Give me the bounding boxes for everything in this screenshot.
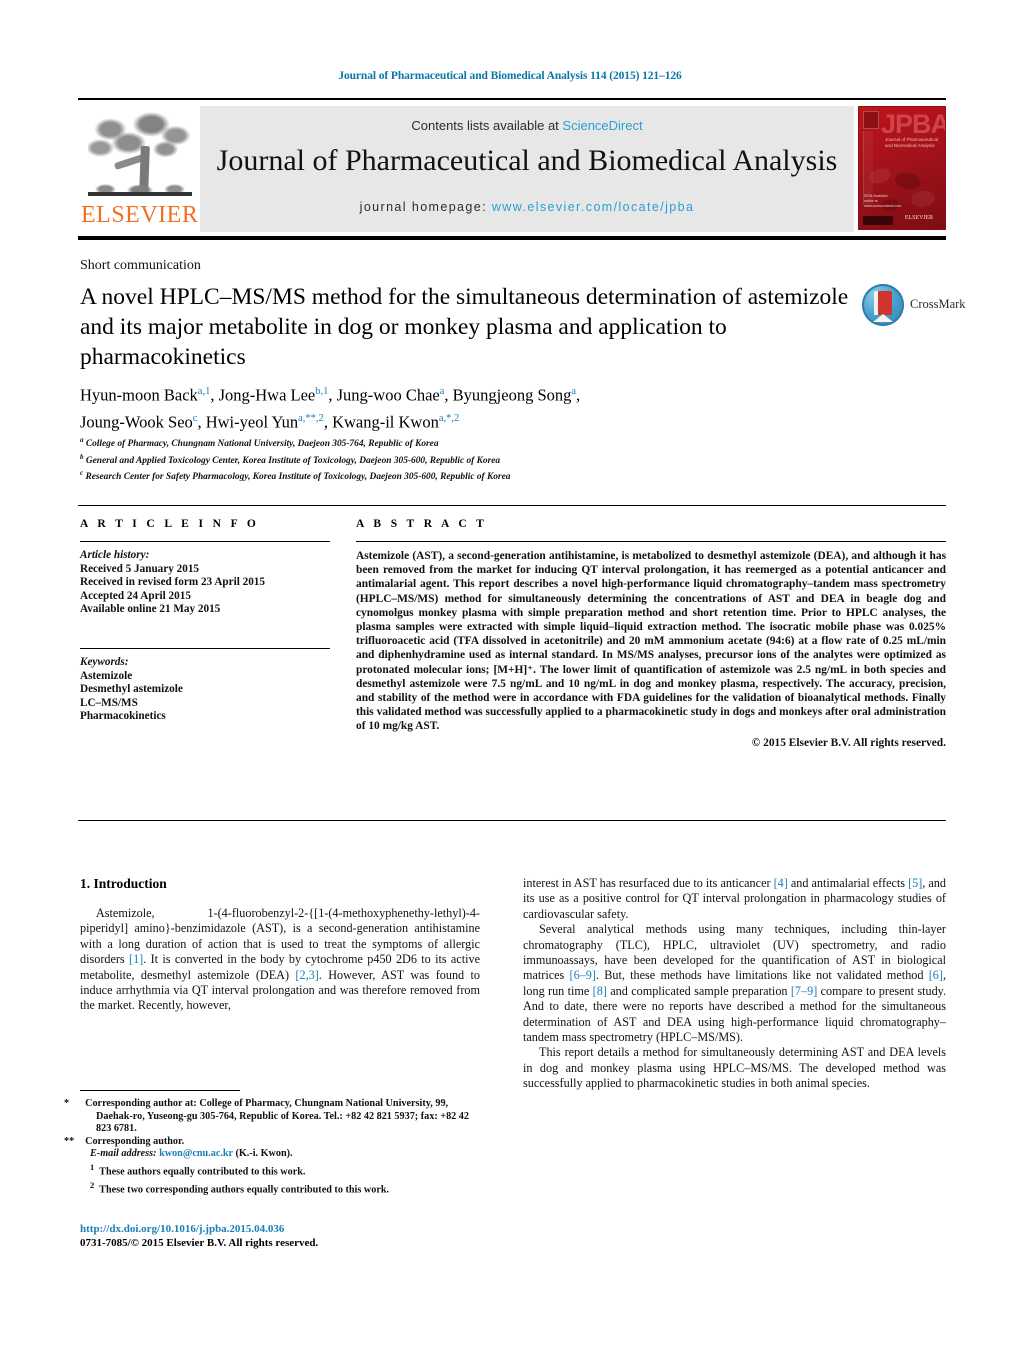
- sciencedirect-link[interactable]: ScienceDirect: [562, 118, 642, 133]
- contents-prefix: Contents lists available at: [411, 118, 563, 133]
- info-band-top-rule: [78, 505, 946, 506]
- affiliation-mark: b: [80, 452, 84, 461]
- journal-homepage-line: journal homepage: www.elsevier.com/locat…: [200, 200, 854, 214]
- homepage-prefix: journal homepage:: [359, 200, 492, 214]
- running-head: Journal of Pharmaceutical and Biomedical…: [338, 70, 682, 82]
- affiliation-text: General and Applied Toxicology Center, K…: [85, 455, 501, 466]
- cover-chip-icon: [863, 111, 879, 129]
- article-history-label: Article history:: [80, 549, 150, 561]
- cover-footer-note: ISSN Available online at www.sciencedire…: [864, 194, 902, 208]
- crossmark-icon: [862, 284, 904, 326]
- cover-black-block: [863, 216, 893, 225]
- intro-paragraph-left: Astemizole, 1-(4-fluorobenzyl-2-{[1-(4-m…: [80, 906, 480, 1013]
- article-history-block: Article history: Received 5 January 2015…: [80, 549, 330, 617]
- doi-link[interactable]: http://dx.doi.org/10.1016/j.jpba.2015.04…: [80, 1222, 500, 1236]
- affiliation-item: c Research Center for Safety Pharmacolog…: [80, 467, 840, 484]
- issn-copyright-line: 0731-7085/© 2015 Elsevier B.V. All right…: [80, 1237, 319, 1249]
- abstract-rule: [356, 541, 946, 542]
- affiliation-mark: a: [80, 436, 84, 444]
- history-item: Accepted 24 April 2015: [80, 589, 191, 602]
- crossmark-badge[interactable]: CrossMark: [862, 284, 966, 330]
- history-item: Received in revised form 23 April 2015: [80, 576, 265, 589]
- cover-publisher: ELSEVIER: [904, 215, 934, 221]
- journal-cover-thumbnail: JPBA Journal of Pharmaceutical and Biome…: [854, 106, 946, 232]
- keyword-item: LC–MS/MS: [80, 696, 138, 709]
- history-item: Available online 21 May 2015: [80, 603, 221, 616]
- intro-paragraph-right-3: This report details a method for simulta…: [523, 1045, 946, 1091]
- elsevier-tree-icon: [84, 108, 194, 204]
- info-band-bottom-rule: [78, 820, 946, 821]
- abstract-text: Astemizole (AST), a second-generation an…: [356, 550, 946, 733]
- contents-available-line: Contents lists available at ScienceDirec…: [200, 118, 854, 133]
- doi-block: http://dx.doi.org/10.1016/j.jpba.2015.04…: [80, 1222, 500, 1250]
- history-item: Received 5 January 2015: [80, 562, 200, 575]
- body-column-right: interest in AST has resurfaced due to it…: [523, 876, 946, 1092]
- footnote-note-1: 1 These authors equally contributed to t…: [90, 1161, 306, 1178]
- keyword-item: Pharmacokinetics: [80, 710, 166, 723]
- cover-acronym: JPBA: [881, 109, 946, 139]
- section-type-label: Short communication: [80, 258, 201, 273]
- article-info-rule: [80, 541, 330, 542]
- footnote-rule: [80, 1090, 240, 1091]
- crossmark-label: CrossMark: [910, 297, 966, 311]
- keywords-label: Keywords:: [80, 655, 129, 668]
- journal-title: Journal of Pharmaceutical and Biomedical…: [216, 144, 838, 177]
- abstract-copyright: © 2015 Elsevier B.V. All rights reserved…: [751, 736, 946, 749]
- author-list: Hyun-moon Backa,1, Jong-Hwa Leeb,1, Jung…: [80, 380, 860, 433]
- journal-masthead: ELSEVIER Contents lists available at Sci…: [78, 98, 946, 232]
- article-info-heading: A R T I C L E I N F O: [80, 518, 260, 530]
- elsevier-wordmark: ELSEVIER: [81, 202, 199, 228]
- intro-paragraph-right-1: interest in AST has resurfaced due to it…: [523, 876, 946, 921]
- elsevier-logo: ELSEVIER: [78, 106, 200, 232]
- affiliation-mark: c: [80, 469, 84, 478]
- footnote-email[interactable]: E-mail address: kwon@cnu.ac.kr (K.-i. Kw…: [80, 1148, 480, 1161]
- paper-page: Journal of Pharmaceutical and Biomedical…: [0, 0, 1020, 1351]
- abstract-column: A B S T R A C T Astemizole (AST), a seco…: [356, 518, 946, 749]
- affiliation-item: a College of Pharmacy, Chungnam National…: [80, 434, 840, 451]
- masthead-bottom-rule: [78, 236, 946, 240]
- intro-paragraph-right-2: Several analytical methods using many te…: [523, 922, 947, 1045]
- keyword-item: Desmethyl astemizole: [80, 683, 183, 696]
- abstract-heading: A B S T R A C T: [356, 518, 488, 530]
- footnote-corresponding-2: ** Corresponding author.: [64, 1135, 185, 1147]
- keyword-item: Astemizole: [80, 669, 133, 682]
- affiliation-text: College of Pharmacy, Chungnam National U…: [85, 439, 439, 450]
- author-line-1: Hyun-moon Backa,1, Jong-Hwa Leeb,1, Jung…: [80, 385, 581, 405]
- introduction-heading: 1. Introduction: [80, 876, 167, 891]
- affiliation-list: a College of Pharmacy, Chungnam National…: [80, 434, 840, 484]
- author-line-2: Joung-Wook Seoc, Hwi-yeol Yuna,**,2, Kwa…: [80, 412, 460, 431]
- footnote-note-2: 2 These two corresponding authors equall…: [90, 1179, 390, 1196]
- keywords-rule: [80, 647, 330, 649]
- footnote-corresponding-1: * Corresponding author at: College of Ph…: [64, 1098, 469, 1135]
- footnote-block: * Corresponding author at: College of Ph…: [64, 1098, 480, 1197]
- homepage-url-link[interactable]: www.elsevier.com/locate/jpba: [492, 200, 694, 214]
- keywords-block: Keywords: Astemizole Desmethyl astemizol…: [80, 656, 330, 724]
- affiliation-item: b General and Applied Toxicology Center,…: [80, 451, 840, 468]
- body-column-left: 1. Introduction Astemizole, 1-(4-fluorob…: [80, 876, 480, 1014]
- article-info-column: A R T I C L E I N F O Article history: R…: [80, 518, 330, 724]
- affiliation-text: Research Center for Safety Pharmacology,…: [85, 472, 511, 483]
- cover-subtitle: Journal of Pharmaceutical and Biomedical…: [885, 137, 939, 148]
- page-title: A novel HPLC–MS/MS method for the simult…: [80, 284, 849, 370]
- masthead-center-panel: Contents lists available at ScienceDirec…: [200, 106, 854, 232]
